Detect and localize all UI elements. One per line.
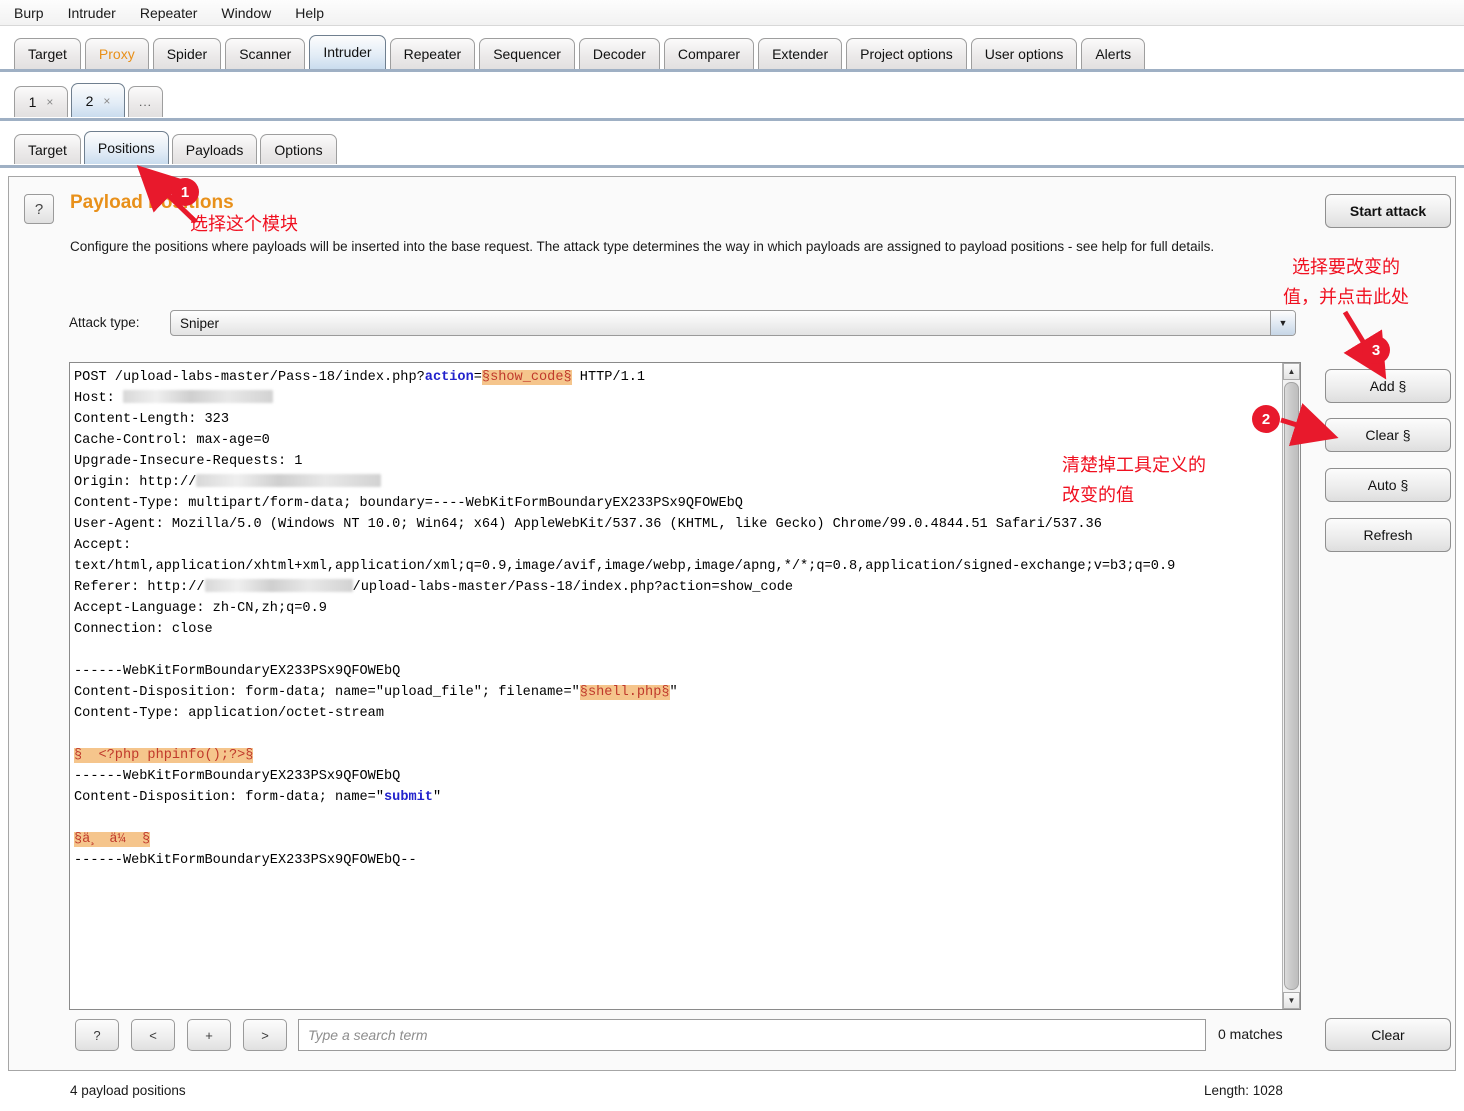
req-line-21: ------WebKitFormBoundaryEX233PSx9QFOWEbQ…	[74, 853, 417, 868]
req-line-12: Accept-Language: zh-CN,zh;q=0.9	[74, 601, 327, 616]
redacted-origin	[196, 474, 382, 487]
payload-marker-4[interactable]: §ä¸ä¼ §	[74, 832, 151, 847]
tab-repeater[interactable]: Repeater	[389, 38, 476, 69]
search-input[interactable]: Type a search term	[298, 1019, 1206, 1051]
attack-tab-2[interactable]: 2 ×	[71, 83, 125, 117]
tab-proxy[interactable]: Proxy	[84, 38, 149, 69]
menu-item-repeater[interactable]: Repeater	[140, 5, 198, 21]
req-line-15b: "	[669, 685, 678, 700]
attack-tab-2-label: 2	[85, 92, 94, 109]
tab-intruder[interactable]: Intruder	[309, 35, 386, 69]
req-line-1b: HTTP/1.1	[571, 370, 646, 385]
menu-item-burp[interactable]: Burp	[14, 5, 44, 21]
attack-type-value: Sniper	[180, 315, 220, 331]
subtab-positions[interactable]: Positions	[83, 131, 169, 164]
search-help-icon[interactable]: ?	[75, 1019, 119, 1051]
redacted-host	[122, 390, 273, 403]
req-line-19-keyword: submit	[384, 790, 433, 805]
payload-marker-3[interactable]: § <?php phpinfo();?>§	[74, 748, 254, 763]
search-next-button[interactable]: >	[243, 1019, 287, 1051]
tab-user-options[interactable]: User options	[970, 38, 1078, 69]
auto-marker-button[interactable]: Auto §	[1325, 468, 1451, 502]
tab-project-options[interactable]: Project options	[846, 38, 967, 69]
close-icon[interactable]: ×	[46, 95, 53, 109]
req-line-8: User-Agent: Mozilla/5.0 (Windows NT 10.0…	[74, 517, 1102, 532]
attack-tab-strip: 1 × 2 × ...	[0, 75, 1464, 121]
request-editor[interactable]: POST /upload-labs-master/Pass-18/index.p…	[69, 362, 1301, 1010]
req-line-18: ------WebKitFormBoundaryEX233PSx9QFOWEbQ	[74, 769, 401, 784]
search-prev-button[interactable]: <	[131, 1019, 175, 1051]
req-line-6: Origin: http://	[74, 475, 197, 490]
attack-tab-new[interactable]: ...	[128, 86, 164, 117]
payload-marker-1[interactable]: §show_code§	[481, 370, 572, 385]
req-line-2: Host:	[74, 391, 123, 406]
chevron-down-icon[interactable]: ▼	[1270, 311, 1295, 335]
redacted-referer	[204, 579, 353, 592]
attack-tab-1[interactable]: 1 ×	[14, 86, 68, 117]
start-attack-button[interactable]: Start attack	[1325, 194, 1451, 228]
main-tab-strip: Target Proxy Spider Scanner Intruder Rep…	[0, 27, 1464, 72]
subtab-options[interactable]: Options	[260, 134, 337, 164]
menu-item-help[interactable]: Help	[295, 5, 324, 21]
attack-tab-1-label: 1	[28, 94, 37, 110]
req-line-11a: Referer: http://	[74, 580, 205, 595]
scrollbar-thumb[interactable]	[1284, 382, 1299, 990]
req-line-3: Content-Length: 323	[74, 412, 229, 427]
help-icon[interactable]: ?	[24, 194, 54, 224]
req-line-7: Content-Type: multipart/form-data; bound…	[74, 496, 743, 511]
menu-bar: Burp Intruder Repeater Window Help	[0, 0, 1464, 26]
req-line-1-keyword: action	[424, 370, 474, 385]
tab-comparer[interactable]: Comparer	[663, 38, 755, 69]
tab-scanner[interactable]: Scanner	[225, 38, 306, 69]
req-line-16: Content-Type: application/octet-stream	[74, 706, 384, 721]
subtab-target[interactable]: Target	[14, 134, 81, 164]
add-marker-button[interactable]: Add §	[1325, 369, 1451, 403]
tab-sequencer[interactable]: Sequencer	[479, 38, 575, 69]
scroll-up-icon[interactable]: ▲	[1283, 363, 1300, 380]
scroll-down-icon[interactable]: ▼	[1283, 992, 1300, 1009]
req-line-11b: /upload-labs-master/Pass-18/index.php?ac…	[352, 580, 794, 595]
clear-button[interactable]: Clear	[1325, 1018, 1451, 1051]
req-line-4: Cache-Control: max-age=0	[74, 433, 270, 448]
request-length-label: Length: 1028	[1204, 1083, 1283, 1098]
request-text[interactable]: POST /upload-labs-master/Pass-18/index.p…	[74, 367, 1280, 871]
req-line-10: text/html,application/xhtml+xml,applicat…	[74, 559, 1176, 574]
panel-description: Configure the positions where payloads w…	[70, 239, 1215, 254]
subtab-payloads[interactable]: Payloads	[171, 134, 258, 164]
tab-target[interactable]: Target	[14, 38, 81, 69]
req-line-1a: POST /upload-labs-master/Pass-18/index.p…	[74, 370, 425, 385]
menu-item-intruder[interactable]: Intruder	[68, 5, 116, 21]
req-line-13: Connection: close	[74, 622, 213, 637]
tab-alerts[interactable]: Alerts	[1081, 38, 1146, 69]
sub-tab-strip: Target Positions Payloads Options	[0, 124, 1464, 168]
req-line-15a: Content-Disposition: form-data; name="up…	[74, 685, 580, 700]
menu-item-window[interactable]: Window	[221, 5, 271, 21]
req-line-19a: Content-Disposition: form-data; name="	[74, 790, 384, 805]
close-icon[interactable]: ×	[103, 94, 110, 108]
refresh-button[interactable]: Refresh	[1325, 518, 1451, 552]
page-title: Payload Positions	[70, 192, 234, 213]
tab-extender[interactable]: Extender	[758, 38, 843, 69]
req-line-9: Accept:	[74, 538, 132, 553]
request-scrollbar[interactable]: ▲ ▼	[1282, 363, 1300, 1009]
attack-type-label: Attack type:	[69, 315, 140, 330]
payload-marker-2[interactable]: §shell.php§	[579, 685, 670, 700]
tab-decoder[interactable]: Decoder	[578, 38, 660, 69]
clear-marker-button[interactable]: Clear §	[1325, 418, 1451, 452]
req-line-1-eq: =	[473, 370, 482, 385]
match-count-label: 0 matches	[1218, 1026, 1283, 1042]
payload-position-count: 4 payload positions	[70, 1083, 186, 1098]
req-line-5: Upgrade-Insecure-Requests: 1	[74, 454, 303, 469]
attack-type-select[interactable]: Sniper ▼	[170, 310, 1296, 336]
req-line-14: ------WebKitFormBoundaryEX233PSx9QFOWEbQ	[74, 664, 401, 679]
search-add-button[interactable]: +	[187, 1019, 231, 1051]
req-line-19b: "	[432, 790, 442, 805]
tab-spider[interactable]: Spider	[152, 38, 222, 69]
